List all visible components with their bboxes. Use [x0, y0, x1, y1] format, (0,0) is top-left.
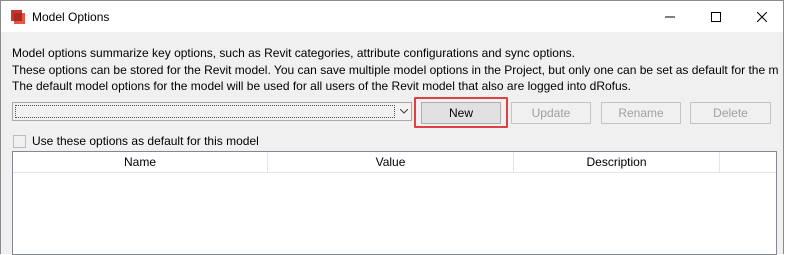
- default-checkbox-label: Use these options as default for this mo…: [32, 134, 259, 148]
- delete-button[interactable]: Delete: [690, 102, 771, 124]
- minimize-button[interactable]: [647, 1, 693, 32]
- description-line-1: Model options summarize key options, suc…: [12, 46, 575, 60]
- minimize-icon: [665, 16, 675, 17]
- grid-header: Name Value Description: [13, 152, 776, 173]
- title-bar[interactable]: Model Options: [1, 1, 783, 32]
- options-grid[interactable]: Name Value Description: [12, 151, 777, 255]
- rename-button[interactable]: Rename: [601, 102, 681, 124]
- default-checkbox[interactable]: [13, 134, 26, 148]
- update-button[interactable]: Update: [511, 102, 591, 124]
- description-line-3: The default model options for the model …: [12, 79, 632, 93]
- app-icon: [10, 9, 26, 25]
- default-checkbox-row[interactable]: Use these options as default for this mo…: [13, 133, 259, 149]
- close-icon: [757, 11, 767, 22]
- column-header-description[interactable]: Description: [514, 152, 720, 172]
- close-button[interactable]: [739, 1, 785, 32]
- new-button-highlight: [414, 97, 508, 128]
- model-options-dropdown[interactable]: [12, 102, 412, 121]
- dropdown-focus-rect: [15, 105, 395, 118]
- column-header-name[interactable]: Name: [13, 152, 268, 172]
- column-header-value[interactable]: Value: [268, 152, 514, 172]
- window-title: Model Options: [32, 10, 110, 24]
- description-line-2: These options can be stored for the Revi…: [12, 63, 779, 77]
- model-options-window: Model Options Model options summarize ke…: [0, 0, 784, 255]
- maximize-icon: [711, 11, 721, 22]
- maximize-button[interactable]: [693, 1, 739, 32]
- chevron-down-icon: [400, 109, 408, 114]
- dialog-content: Model options summarize key options, suc…: [1, 32, 783, 255]
